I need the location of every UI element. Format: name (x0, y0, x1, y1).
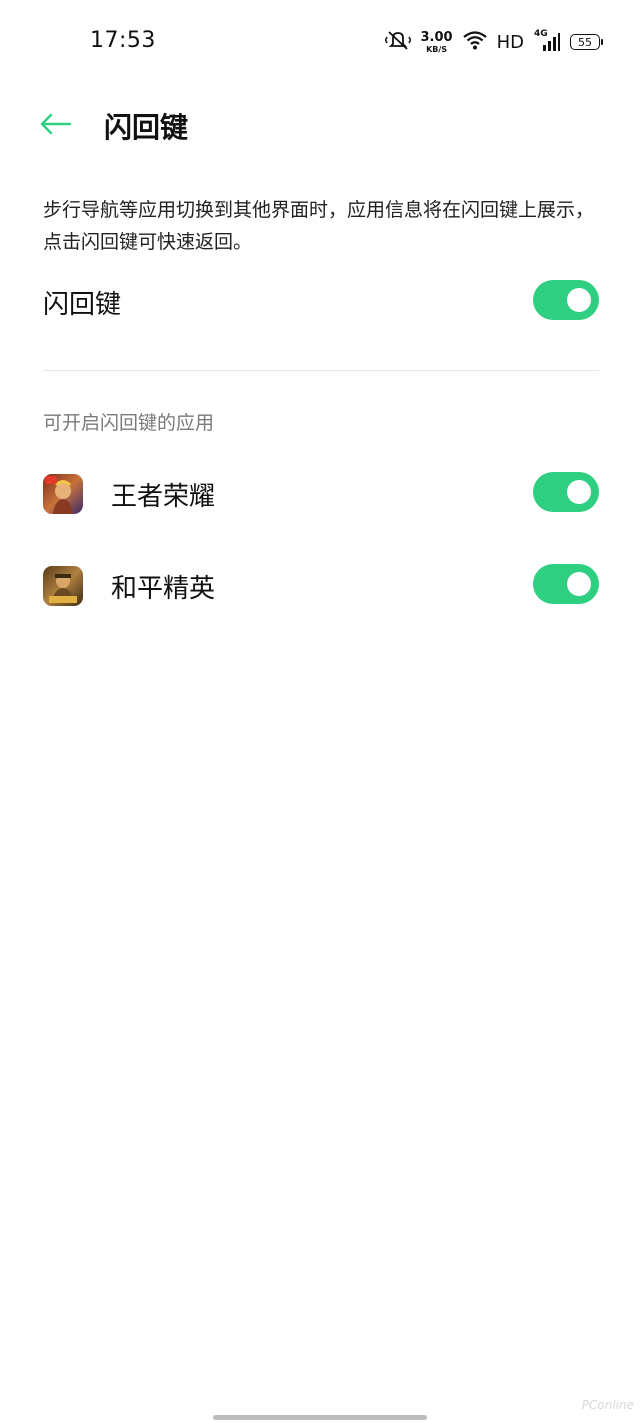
status-icons: 3.00 KB/S HD 4G 55 (384, 26, 603, 58)
honor-of-kings-icon (43, 474, 83, 514)
net-speed-unit: KB/S (426, 44, 448, 54)
divider (43, 370, 599, 371)
arrow-left-icon (40, 113, 72, 139)
app-row-game-for-peace[interactable]: 和平精英 (43, 564, 599, 612)
app-name: 和平精英 (111, 574, 216, 604)
status-bar: 17:53 3.00 KB/S HD 4G 55 (0, 0, 640, 84)
section-title: 可开启闪回键的应用 (43, 412, 215, 434)
master-toggle-row[interactable]: 闪回键 (43, 276, 599, 326)
master-toggle-switch[interactable] (533, 280, 599, 320)
net-speed-value: 3.00 (420, 29, 453, 45)
app-row-honor-of-kings[interactable]: 王者荣耀 (43, 472, 599, 520)
description-text: 步行导航等应用切换到其他界面时，应用信息将在闪回键上展示，点击闪回键可快速返回。 (43, 199, 595, 253)
toggle-knob (567, 288, 591, 312)
battery-icon: 55 (570, 34, 603, 50)
toggle-knob (567, 572, 591, 596)
game-for-peace-icon (43, 566, 83, 606)
app-toggle-honor-of-kings[interactable] (533, 472, 599, 512)
net-speed: 3.00 KB/S (421, 31, 453, 54)
hd-indicator: HD (496, 31, 524, 53)
wifi-icon (462, 30, 487, 54)
battery-level: 55 (578, 35, 592, 49)
app-name: 王者荣耀 (111, 482, 216, 512)
toggle-knob (567, 480, 591, 504)
mute-vibrate-icon (384, 29, 411, 55)
home-indicator[interactable] (213, 1415, 427, 1420)
page-title: 闪回键 (104, 111, 189, 144)
signal-4g-icon: 4G (534, 29, 560, 53)
app-toggle-game-for-peace[interactable] (533, 564, 599, 604)
watermark: PConline (581, 1398, 634, 1412)
master-toggle-label: 闪回键 (43, 290, 122, 320)
header: 闪回键 (0, 96, 640, 156)
status-time: 17:53 (90, 28, 156, 53)
back-button[interactable] (36, 108, 76, 144)
